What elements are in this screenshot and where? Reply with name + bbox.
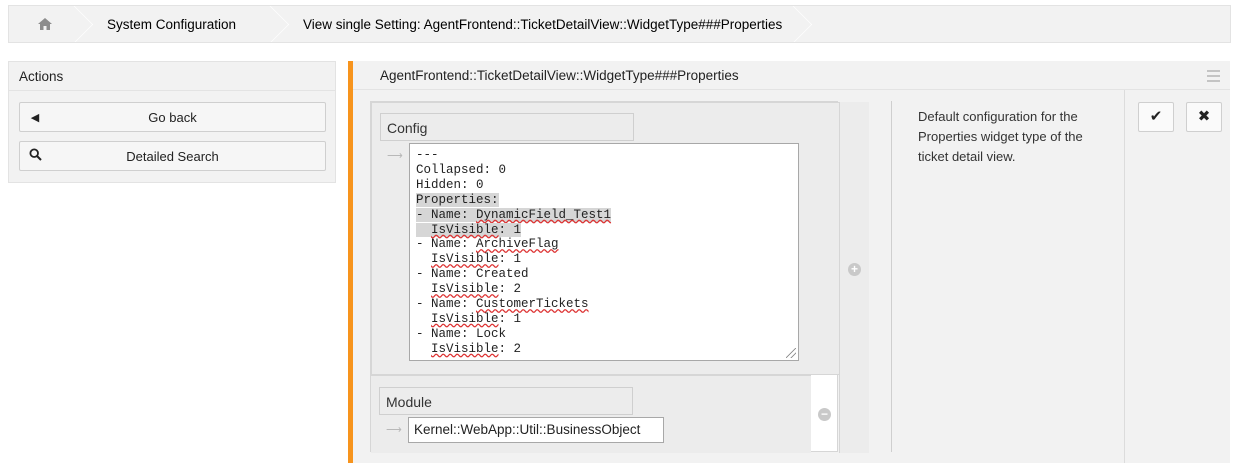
caret-left-icon: ◀ — [30, 111, 40, 124]
home-icon[interactable] — [37, 17, 53, 31]
hash-controls-column: + — [839, 102, 869, 453]
breadcrumb-current-setting: View single Setting: AgentFrontend::Tick… — [277, 6, 800, 42]
setting-actions: ✔ ✖ — [1124, 90, 1233, 463]
arrow-right-icon: ⟶ — [386, 424, 402, 436]
config-key-field[interactable]: Config — [380, 113, 634, 141]
setting-widget: AgentFrontend::TicketDetailView::WidgetT… — [348, 61, 1230, 463]
module-hash-item: Module ⟶ Kernel::WebApp::Util::BusinessO… — [371, 375, 811, 453]
arrow-right-icon: ⟶ — [387, 150, 403, 162]
cancel-button[interactable]: ✖ — [1186, 102, 1222, 132]
resize-handle-icon[interactable] — [786, 348, 796, 358]
module-value-input[interactable]: Kernel::WebApp::Util::BusinessObject — [408, 417, 664, 443]
setting-title-text: AgentFrontend::TicketDetailView::WidgetT… — [380, 68, 739, 83]
code-line: IsVisible: 1 — [431, 311, 522, 326]
add-item-icon[interactable]: + — [848, 263, 861, 276]
code-line: - Name: Lock — [416, 326, 507, 341]
code-line: --- — [416, 148, 439, 162]
code-line: - Name: Created — [416, 267, 529, 282]
detailed-search-button[interactable]: Detailed Search — [19, 141, 326, 171]
close-icon: ✖ — [1197, 108, 1211, 125]
code-line: - Name: CustomerTickets — [416, 297, 589, 312]
code-line: - Name: DynamicField_Test1 — [416, 207, 612, 222]
breadcrumb: System Configuration View single Setting… — [8, 5, 1231, 43]
code-line: - Name: ArchiveFlag — [416, 237, 559, 252]
code-line: IsVisible: 1 — [416, 222, 792, 238]
code-line: IsVisible: 1 — [431, 252, 522, 267]
breadcrumb-label: System Configuration — [107, 16, 237, 32]
breadcrumb-home[interactable] — [9, 6, 81, 42]
breadcrumb-label: View single Setting: AgentFrontend::Tick… — [303, 16, 783, 32]
config-textarea[interactable]: --- Collapsed: 0 Hidden: 0 Properties: - Nam… — [409, 143, 799, 361]
menu-icon[interactable] — [1207, 70, 1220, 85]
go-back-label: Go back — [148, 109, 197, 125]
code-line: Hidden: 0 — [416, 177, 484, 192]
remove-item-icon[interactable]: − — [818, 408, 831, 421]
config-hash-item: Config ⟶ --- Collapsed: 0 Hidden: 0 Propert… — [371, 102, 841, 375]
code-line: IsVisible: 2 — [431, 341, 522, 356]
checkmark-icon: ✔ — [1149, 108, 1163, 125]
setting-value-panel: Config ⟶ --- Collapsed: 0 Hidden: 0 Propert… — [370, 101, 869, 453]
detailed-search-label: Detailed Search — [126, 148, 219, 164]
setting-title: AgentFrontend::TicketDetailView::WidgetT… — [353, 61, 1230, 90]
code-line: Collapsed: 0 — [416, 162, 507, 177]
search-icon — [20, 148, 50, 164]
module-key-field[interactable]: Module — [379, 387, 633, 415]
save-button[interactable]: ✔ — [1138, 102, 1174, 132]
go-back-button[interactable]: ◀ Go back — [19, 102, 326, 132]
code-line: IsVisible: 2 — [431, 282, 522, 297]
code-line: Properties: — [416, 192, 499, 207]
breadcrumb-system-configuration[interactable]: System Configuration — [81, 6, 277, 42]
sidebar-title: Actions — [9, 62, 335, 91]
setting-description: Default configuration for the Properties… — [891, 101, 1101, 452]
actions-sidebar: Actions ◀ Go back Detailed Search — [8, 61, 336, 183]
